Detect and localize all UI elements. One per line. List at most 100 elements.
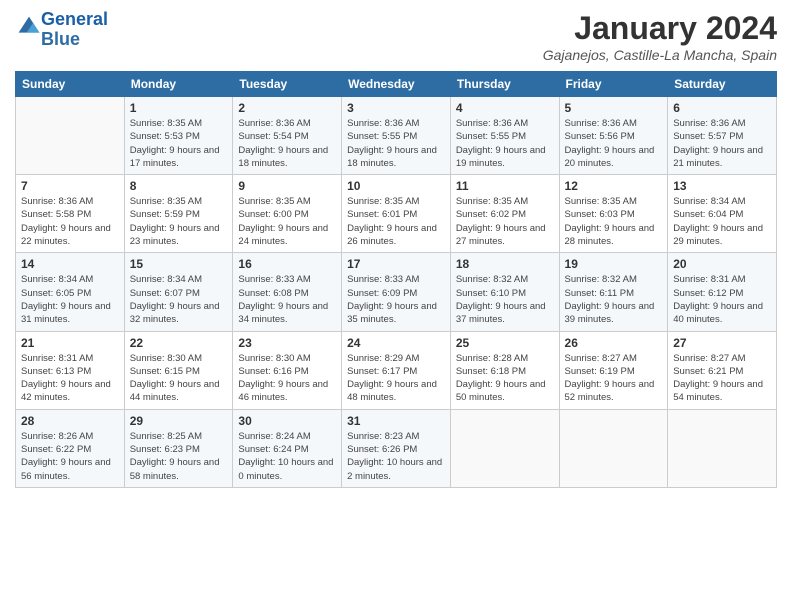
col-saturday: Saturday (668, 72, 777, 97)
calendar-cell (16, 97, 125, 175)
col-tuesday: Tuesday (233, 72, 342, 97)
calendar-cell: 25Sunrise: 8:28 AMSunset: 6:18 PMDayligh… (450, 331, 559, 409)
calendar-cell: 11Sunrise: 8:35 AMSunset: 6:02 PMDayligh… (450, 175, 559, 253)
logo: General Blue (15, 10, 108, 50)
calendar-cell: 3 Sunrise: 8:36 AMSunset: 5:55 PMDaylight… (342, 97, 451, 175)
calendar-table: Sunday Monday Tuesday Wednesday Thursday… (15, 71, 777, 488)
day-number: 7 (21, 179, 119, 193)
day-number: 10 (347, 179, 445, 193)
day-info: Sunrise: 8:34 AMSunset: 6:07 PMDaylight:… (130, 274, 220, 325)
day-info: Sunrise: 8:26 AMSunset: 6:22 PMDaylight:… (21, 431, 111, 482)
col-wednesday: Wednesday (342, 72, 451, 97)
day-number: 20 (673, 257, 771, 271)
day-info: Sunrise: 8:30 AMSunset: 6:16 PMDaylight:… (238, 353, 328, 404)
day-info: Sunrise: 8:34 AMSunset: 6:05 PMDaylight:… (21, 274, 111, 325)
calendar-cell: 9 Sunrise: 8:35 AMSunset: 6:00 PMDaylight… (233, 175, 342, 253)
calendar-cell: 10 Sunrise: 8:35 AMSunset: 6:01 PMDayligh… (342, 175, 451, 253)
day-info: Sunrise: 8:33 AMSunset: 6:09 PMDaylight:… (347, 274, 437, 325)
calendar-cell: 12 Sunrise: 8:35 AMSunset: 6:03 PMDayligh… (559, 175, 668, 253)
calendar-cell: 18 Sunrise: 8:32 AMSunset: 6:10 PMDayligh… (450, 253, 559, 331)
logo-text: General Blue (41, 10, 108, 50)
day-number: 21 (21, 336, 119, 350)
day-number: 31 (347, 414, 445, 428)
day-number: 15 (130, 257, 228, 271)
day-info: Sunrise: 8:35 AMSunset: 6:01 PMDaylight:… (347, 196, 437, 247)
day-number: 26 (565, 336, 663, 350)
day-number: 9 (238, 179, 336, 193)
day-number: 6 (673, 101, 771, 115)
day-number: 2 (238, 101, 336, 115)
day-info: Sunrise: 8:36 AMSunset: 5:56 PMDaylight:… (565, 118, 655, 169)
calendar-cell: 19 Sunrise: 8:32 AMSunset: 6:11 PMDayligh… (559, 253, 668, 331)
day-info: Sunrise: 8:24 AMSunset: 6:24 PMDaylight:… (238, 431, 333, 482)
calendar-cell: 4Sunrise: 8:36 AMSunset: 5:55 PMDaylight… (450, 97, 559, 175)
col-monday: Monday (124, 72, 233, 97)
day-info: Sunrise: 8:25 AMSunset: 6:23 PMDaylight:… (130, 431, 220, 482)
col-friday: Friday (559, 72, 668, 97)
calendar-week-1: 1 Sunrise: 8:35 AMSunset: 5:53 PMDaylight… (16, 97, 777, 175)
calendar-cell: 6Sunrise: 8:36 AMSunset: 5:57 PMDaylight… (668, 97, 777, 175)
col-sunday: Sunday (16, 72, 125, 97)
day-number: 18 (456, 257, 554, 271)
day-info: Sunrise: 8:23 AMSunset: 6:26 PMDaylight:… (347, 431, 442, 482)
day-number: 3 (347, 101, 445, 115)
calendar-cell: 8 Sunrise: 8:35 AMSunset: 5:59 PMDaylight… (124, 175, 233, 253)
col-thursday: Thursday (450, 72, 559, 97)
day-info: Sunrise: 8:36 AMSunset: 5:58 PMDaylight:… (21, 196, 111, 247)
calendar-cell: 15 Sunrise: 8:34 AMSunset: 6:07 PMDayligh… (124, 253, 233, 331)
day-info: Sunrise: 8:35 AMSunset: 5:53 PMDaylight:… (130, 118, 220, 169)
day-info: Sunrise: 8:31 AMSunset: 6:13 PMDaylight:… (21, 353, 111, 404)
month-title: January 2024 (543, 10, 777, 47)
calendar-week-2: 7 Sunrise: 8:36 AMSunset: 5:58 PMDaylight… (16, 175, 777, 253)
day-number: 16 (238, 257, 336, 271)
day-number: 4 (456, 101, 554, 115)
title-block: January 2024 Gajanejos, Castille-La Manc… (543, 10, 777, 63)
day-number: 28 (21, 414, 119, 428)
day-number: 24 (347, 336, 445, 350)
location: Gajanejos, Castille-La Mancha, Spain (543, 47, 777, 63)
calendar-week-4: 21 Sunrise: 8:31 AMSunset: 6:13 PMDayligh… (16, 331, 777, 409)
calendar-cell: 5 Sunrise: 8:36 AMSunset: 5:56 PMDaylight… (559, 97, 668, 175)
day-number: 8 (130, 179, 228, 193)
calendar-cell (559, 409, 668, 487)
header-row: Sunday Monday Tuesday Wednesday Thursday… (16, 72, 777, 97)
calendar-cell: 2 Sunrise: 8:36 AMSunset: 5:54 PMDaylight… (233, 97, 342, 175)
calendar-cell (450, 409, 559, 487)
day-info: Sunrise: 8:35 AMSunset: 6:02 PMDaylight:… (456, 196, 546, 247)
day-number: 27 (673, 336, 771, 350)
day-info: Sunrise: 8:27 AMSunset: 6:19 PMDaylight:… (565, 353, 655, 404)
day-info: Sunrise: 8:35 AMSunset: 6:00 PMDaylight:… (238, 196, 328, 247)
day-number: 19 (565, 257, 663, 271)
day-number: 17 (347, 257, 445, 271)
day-info: Sunrise: 8:27 AMSunset: 6:21 PMDaylight:… (673, 353, 763, 404)
logo-icon (17, 15, 41, 39)
page-container: General Blue January 2024 Gajanejos, Cas… (0, 0, 792, 498)
day-number: 29 (130, 414, 228, 428)
day-number: 12 (565, 179, 663, 193)
day-info: Sunrise: 8:36 AMSunset: 5:54 PMDaylight:… (238, 118, 328, 169)
day-info: Sunrise: 8:33 AMSunset: 6:08 PMDaylight:… (238, 274, 328, 325)
day-number: 22 (130, 336, 228, 350)
day-number: 14 (21, 257, 119, 271)
day-info: Sunrise: 8:30 AMSunset: 6:15 PMDaylight:… (130, 353, 220, 404)
calendar-cell: 28 Sunrise: 8:26 AMSunset: 6:22 PMDayligh… (16, 409, 125, 487)
day-info: Sunrise: 8:34 AMSunset: 6:04 PMDaylight:… (673, 196, 763, 247)
calendar-week-5: 28 Sunrise: 8:26 AMSunset: 6:22 PMDayligh… (16, 409, 777, 487)
day-info: Sunrise: 8:28 AMSunset: 6:18 PMDaylight:… (456, 353, 546, 404)
day-info: Sunrise: 8:29 AMSunset: 6:17 PMDaylight:… (347, 353, 437, 404)
day-info: Sunrise: 8:32 AMSunset: 6:10 PMDaylight:… (456, 274, 546, 325)
calendar-cell: 13Sunrise: 8:34 AMSunset: 6:04 PMDayligh… (668, 175, 777, 253)
day-info: Sunrise: 8:35 AMSunset: 5:59 PMDaylight:… (130, 196, 220, 247)
day-number: 5 (565, 101, 663, 115)
calendar-cell: 16 Sunrise: 8:33 AMSunset: 6:08 PMDayligh… (233, 253, 342, 331)
calendar-cell: 22 Sunrise: 8:30 AMSunset: 6:15 PMDayligh… (124, 331, 233, 409)
calendar-cell: 31 Sunrise: 8:23 AMSunset: 6:26 PMDayligh… (342, 409, 451, 487)
day-info: Sunrise: 8:35 AMSunset: 6:03 PMDaylight:… (565, 196, 655, 247)
day-info: Sunrise: 8:32 AMSunset: 6:11 PMDaylight:… (565, 274, 655, 325)
day-number: 1 (130, 101, 228, 115)
calendar-cell: 7 Sunrise: 8:36 AMSunset: 5:58 PMDaylight… (16, 175, 125, 253)
calendar-cell: 20Sunrise: 8:31 AMSunset: 6:12 PMDayligh… (668, 253, 777, 331)
day-info: Sunrise: 8:36 AMSunset: 5:55 PMDaylight:… (347, 118, 437, 169)
calendar-cell: 29 Sunrise: 8:25 AMSunset: 6:23 PMDayligh… (124, 409, 233, 487)
calendar-cell: 14 Sunrise: 8:34 AMSunset: 6:05 PMDayligh… (16, 253, 125, 331)
